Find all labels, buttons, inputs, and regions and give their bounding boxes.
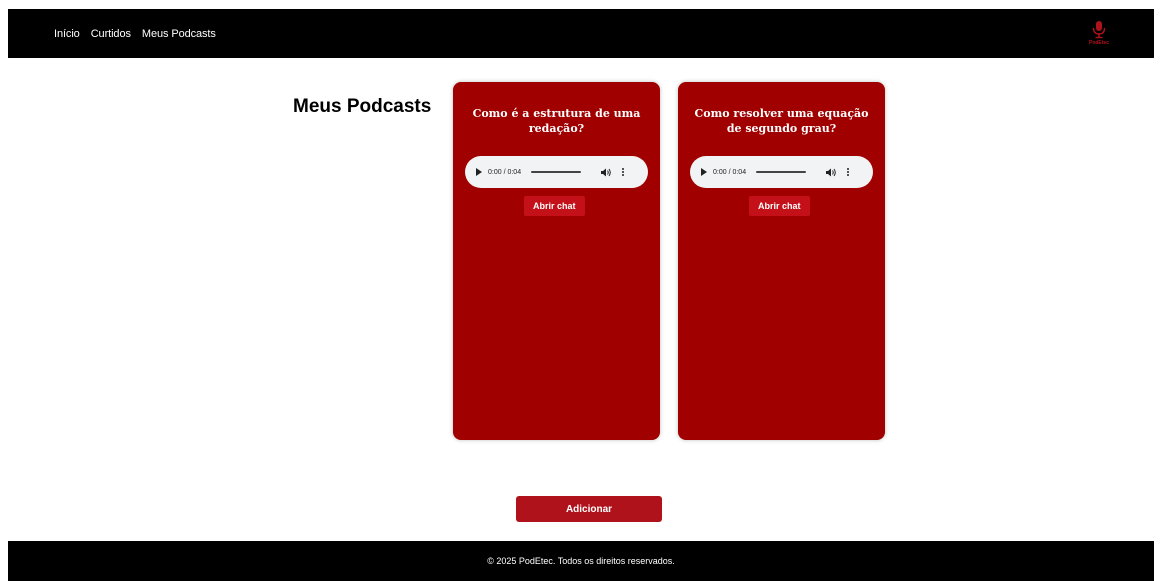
- audio-player: 0:00 / 0:04: [690, 156, 873, 188]
- logo[interactable]: PodEtec: [1086, 20, 1112, 48]
- audio-time: 0:00 / 0:04: [713, 168, 747, 176]
- volume-icon[interactable]: [826, 168, 836, 177]
- logo-text: PodEtec: [1088, 40, 1109, 46]
- page-title: Meus Podcasts: [293, 96, 432, 117]
- microphone-icon: [1092, 21, 1106, 39]
- volume-icon[interactable]: [601, 168, 611, 177]
- more-options-icon[interactable]: [847, 168, 850, 176]
- nav-links: Início Curtidos Meus Podcasts: [54, 9, 216, 58]
- navbar: Início Curtidos Meus Podcasts PodEtec: [8, 9, 1154, 58]
- nav-link-inicio[interactable]: Início: [54, 28, 80, 40]
- podcast-card: Como é a estrutura de uma redação? 0:00 …: [453, 82, 660, 440]
- nav-link-curtidos[interactable]: Curtidos: [91, 28, 131, 40]
- more-options-icon[interactable]: [622, 168, 625, 176]
- audio-player: 0:00 / 0:04: [465, 156, 648, 188]
- play-icon[interactable]: [701, 168, 707, 176]
- page: Início Curtidos Meus Podcasts PodEtec Me…: [0, 0, 1162, 581]
- play-icon[interactable]: [476, 168, 482, 176]
- footer-copyright: © 2025 PodEtec. Todos os direitos reserv…: [487, 556, 675, 566]
- open-chat-button[interactable]: Abrir chat: [749, 196, 810, 216]
- podcast-card: Como resolver uma equação de segundo gra…: [678, 82, 885, 440]
- podcast-title: Como é a estrutura de uma redação?: [472, 107, 641, 135]
- audio-progress-slider[interactable]: [756, 171, 807, 173]
- open-chat-button[interactable]: Abrir chat: [524, 196, 585, 216]
- podcast-title: Como resolver uma equação de segundo gra…: [694, 107, 869, 135]
- nav-link-meus-podcasts[interactable]: Meus Podcasts: [142, 28, 216, 40]
- footer: © 2025 PodEtec. Todos os direitos reserv…: [8, 541, 1154, 581]
- audio-progress-slider[interactable]: [531, 171, 582, 173]
- audio-time: 0:00 / 0:04: [488, 168, 522, 176]
- add-podcast-button[interactable]: Adicionar: [516, 496, 662, 522]
